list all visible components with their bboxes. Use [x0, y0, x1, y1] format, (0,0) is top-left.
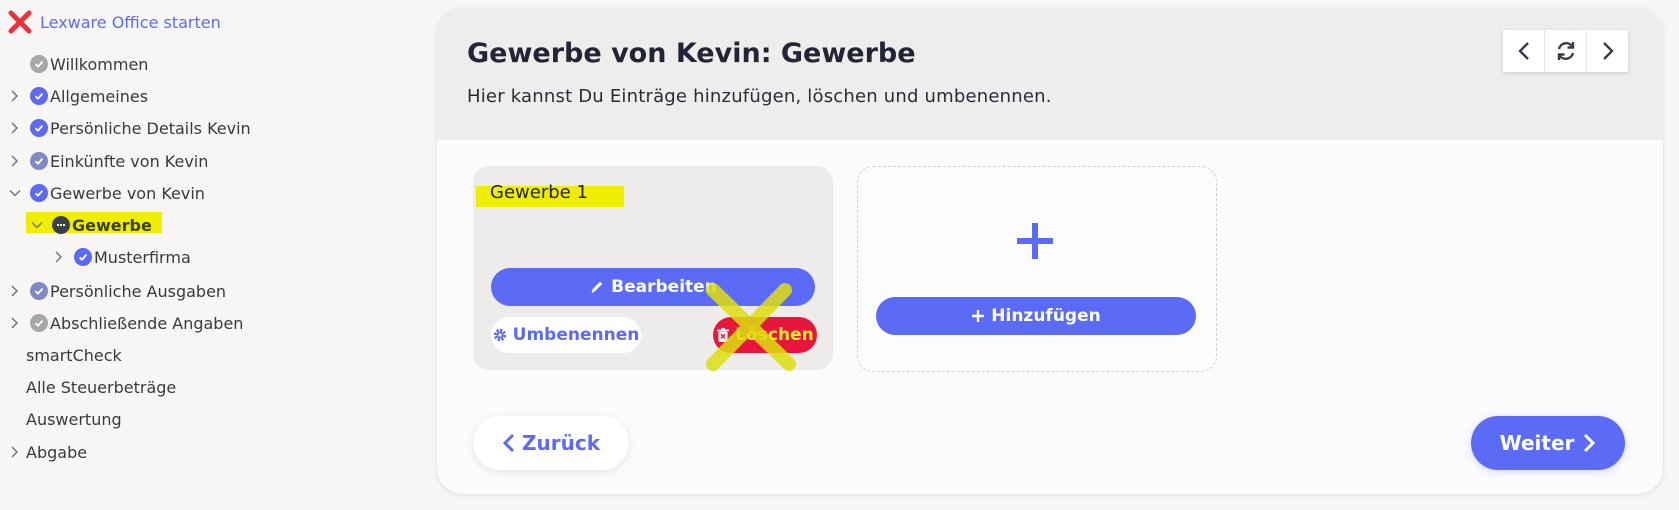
sidebar-item-label: Allgemeines [50, 86, 149, 106]
sidebar-item-label: Gewerbe von Kevin [50, 183, 205, 203]
lexware-logo-icon [8, 10, 32, 34]
back-label: Zurück [522, 431, 600, 455]
pencil-icon [591, 281, 603, 293]
chevron-down-icon[interactable] [8, 186, 22, 200]
sidebar-item-abgabe[interactable]: Abgabe [8, 440, 87, 464]
next-nav-button[interactable] [1587, 30, 1628, 72]
brand-link[interactable]: Lexware Office starten [8, 10, 221, 34]
sidebar-item-gewerbe[interactable]: Gewerbe [30, 213, 152, 237]
chevron-down-icon[interactable] [30, 218, 44, 232]
sidebar-item-abschliessende-angaben[interactable]: Abschließende Angaben [8, 311, 243, 335]
chevron-right-icon [1602, 42, 1614, 60]
sidebar-item-allgemeines[interactable]: Allgemeines [8, 84, 148, 108]
check-icon [30, 184, 48, 202]
page-subtitle: Hier kannst Du Einträge hinzufügen, lösc… [467, 86, 1052, 107]
add-button[interactable]: Hinzufügen [876, 297, 1196, 335]
sidebar-item-label: Willkommen [50, 54, 149, 74]
chevron-right-icon[interactable] [8, 89, 22, 103]
delete-label: Löschen [735, 325, 814, 345]
sidebar-item-label: smartCheck [26, 345, 122, 365]
sidebar-item-label: Musterfirma [94, 247, 191, 267]
sidebar-item-persoenliche-ausgaben[interactable]: Persönliche Ausgaben [8, 279, 226, 303]
add-label: Hinzufügen [991, 306, 1101, 326]
rename-label: Umbenennen [512, 325, 640, 345]
sidebar-item-willkommen[interactable]: Willkommen [30, 52, 148, 76]
sidebar-item-auswertung[interactable]: Auswertung [26, 407, 122, 431]
sidebar-item-persoenliche-details[interactable]: Persönliche Details Kevin [8, 116, 251, 140]
check-icon [30, 282, 48, 300]
next-label: Weiter [1499, 431, 1575, 455]
edit-button[interactable]: Bearbeiten [491, 268, 815, 306]
chevron-right-icon[interactable] [8, 316, 22, 330]
sidebar-item-label: Einkünfte von Kevin [50, 151, 209, 171]
check-icon [30, 314, 48, 332]
trash-icon [717, 327, 730, 342]
sidebar-item-label: Persönliche Details Kevin [50, 118, 251, 138]
check-icon [30, 152, 48, 170]
next-button[interactable]: Weiter [1471, 416, 1625, 470]
plus-icon [972, 310, 985, 322]
previous-button[interactable] [1503, 30, 1545, 72]
rename-button[interactable]: Umbenennen [491, 317, 641, 353]
in-progress-icon [52, 216, 70, 234]
sidebar-item-smartcheck[interactable]: smartCheck [26, 343, 122, 367]
sidebar: Lexware Office starten Willkommen Allgem… [0, 0, 420, 510]
entry-title: Gewerbe 1 [490, 182, 588, 203]
sidebar-item-einkuenfte[interactable]: Einkünfte von Kevin [8, 149, 208, 173]
sidebar-item-label: Auswertung [26, 409, 122, 429]
brand-label: Lexware Office starten [40, 12, 221, 32]
sidebar-item-alle-steuerbetraege[interactable]: Alle Steuerbeträge [26, 375, 176, 399]
sidebar-item-label: Abgabe [26, 442, 88, 462]
add-entry-card[interactable]: Hinzufügen [857, 166, 1217, 372]
chevron-left-icon [502, 433, 515, 453]
sidebar-item-label: Abschließende Angaben [50, 313, 244, 333]
delete-button[interactable]: Löschen [713, 317, 817, 353]
entry-card: Gewerbe 1 Bearbeiten Umbenennen Löschen [473, 166, 833, 371]
chevron-right-icon[interactable] [8, 284, 22, 298]
refresh-button[interactable] [1545, 30, 1587, 72]
main-panel: Gewerbe von Kevin: Gewerbe Hier kannst D… [437, 8, 1663, 494]
sidebar-item-label: Persönliche Ausgaben [50, 281, 227, 301]
chevron-left-icon [1517, 42, 1529, 60]
plus-icon [1017, 223, 1053, 259]
check-icon [30, 55, 48, 73]
sidebar-item-label: Alle Steuerbeträge [26, 377, 177, 397]
chevron-right-icon[interactable] [8, 121, 22, 135]
sidebar-item-musterfirma[interactable]: Musterfirma [52, 245, 191, 269]
chevron-right-icon [1584, 433, 1596, 453]
check-icon [30, 119, 48, 137]
check-icon [74, 248, 92, 266]
check-icon [30, 87, 48, 105]
chevron-right-icon[interactable] [8, 445, 22, 459]
chevron-right-icon[interactable] [8, 154, 22, 168]
page-title: Gewerbe von Kevin: Gewerbe [467, 38, 916, 69]
chevron-right-icon[interactable] [52, 250, 66, 264]
gear-icon [493, 328, 506, 342]
sidebar-item-label: Gewerbe [72, 215, 152, 235]
sidebar-item-gewerbe-von-kevin[interactable]: Gewerbe von Kevin [8, 181, 205, 205]
back-button[interactable]: Zurück [473, 416, 629, 470]
page-header: Gewerbe von Kevin: Gewerbe Hier kannst D… [437, 8, 1663, 140]
navigation-controls [1503, 30, 1628, 72]
refresh-icon [1557, 42, 1574, 60]
edit-label: Bearbeiten [611, 277, 717, 297]
